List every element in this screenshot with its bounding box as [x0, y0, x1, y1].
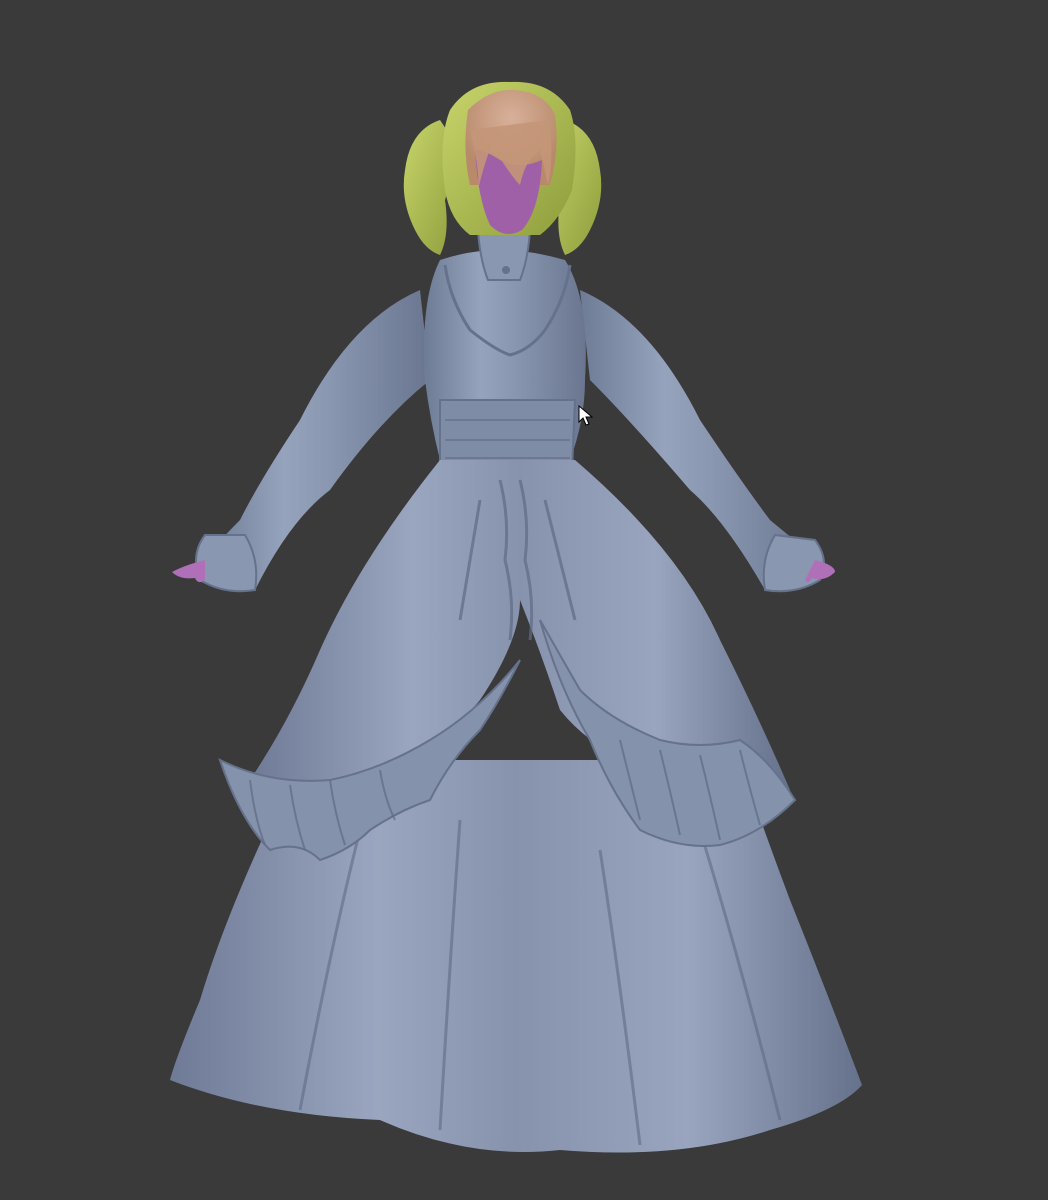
left-cuff — [195, 534, 258, 593]
collar-button — [502, 266, 510, 274]
left-hand — [172, 560, 205, 583]
character-model[interactable] — [0, 0, 1048, 1200]
3d-viewport[interactable] — [0, 0, 1048, 1200]
upper-skirt — [250, 460, 790, 794]
waist-band — [439, 399, 577, 471]
mouse-pointer-icon — [578, 405, 594, 426]
